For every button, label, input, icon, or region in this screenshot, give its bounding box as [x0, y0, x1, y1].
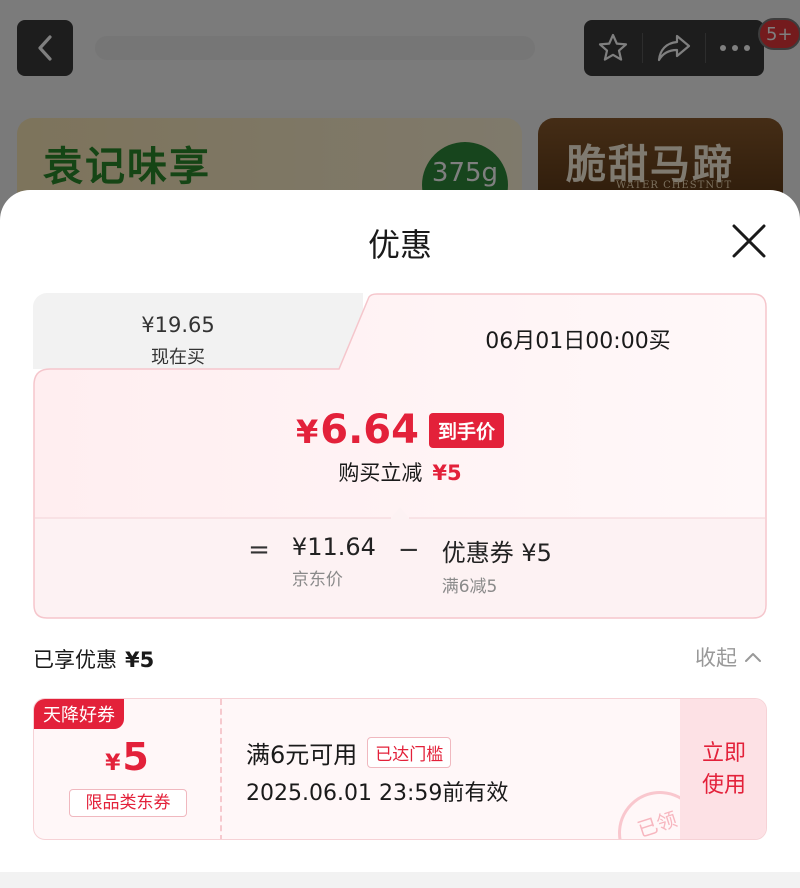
coupon-rule: 满6减5 [441, 577, 498, 597]
use-now-label-1: 立即 [701, 741, 746, 766]
collapse-button[interactable]: 收起 [695, 642, 761, 672]
final-price-row: ¥6.64 到手价 [33, 407, 767, 453]
coupon-details: 满6元可用 已达门槛 2025.06.01 23:59前有效 [246, 699, 676, 839]
chevron-up-icon [745, 653, 761, 662]
threshold-met-badge: 已达门槛 [367, 737, 452, 768]
reduction-row: 购买立减 ¥5 [33, 457, 767, 487]
bottom-strip [0, 872, 800, 888]
use-now-button[interactable]: 立即 使用 [680, 699, 766, 839]
jd-price-label: 京东价 [291, 570, 343, 590]
coupon-condition: 满6元可用 [246, 741, 358, 769]
price-breakdown-card: ¥19.65 现在买 06月01日00:00买 ¥6.64 到手价 购买立减 ¥5… [33, 293, 767, 619]
price-formula: = ¥11.64 京东价 − 优惠券 ¥5 满6减5 [33, 533, 767, 597]
discount-sheet: 优惠 ¥19.65 现在买 06月01日00:00买 ¥6.64 到手价 购买立… [0, 190, 800, 888]
sheet-title: 优惠 [367, 226, 432, 264]
coupon-divider [220, 699, 222, 839]
reduction-label: 购买立减 [338, 461, 423, 485]
coupon-value: 优惠券 ¥5 [441, 539, 552, 567]
enjoyed-discount: 已享优惠 ¥5 [33, 644, 154, 674]
final-price: ¥6.64 [296, 407, 419, 453]
coupon-condition-row: 满6元可用 已达门槛 [246, 735, 452, 770]
coupon-amount: ¥5 [105, 735, 149, 779]
equals-sign: = [248, 535, 270, 565]
jd-price: ¥11.64 [291, 533, 376, 561]
coupon-validity: 2025.06.01 23:59前有效 [246, 781, 509, 806]
minus-sign: − [397, 535, 420, 565]
enjoyed-amount: ¥5 [125, 648, 155, 672]
final-price-tag: 到手价 [428, 412, 504, 448]
coupon-type-badge: 限品类东券 [69, 789, 187, 817]
coupon-value-panel: 天降好券 ¥5 限品类东券 [34, 699, 220, 839]
tab-buy-later[interactable]: 06月01日00:00买 [403, 323, 753, 355]
coupon-card: 天降好券 ¥5 限品类东券 满6元可用 已达门槛 2025.06.01 23:5… [33, 698, 767, 840]
enjoyed-label: 已享优惠 [33, 648, 117, 672]
close-icon[interactable] [728, 220, 770, 262]
coupon-flag: 天降好券 [34, 699, 124, 729]
jd-price-item: ¥11.64 京东价 [292, 533, 376, 597]
collapse-label: 收起 [695, 646, 737, 670]
coupon-item: 优惠券 ¥5 满6减5 [442, 533, 552, 597]
reduction-amount: ¥5 [432, 461, 462, 485]
use-now-label-2: 使用 [701, 773, 746, 798]
